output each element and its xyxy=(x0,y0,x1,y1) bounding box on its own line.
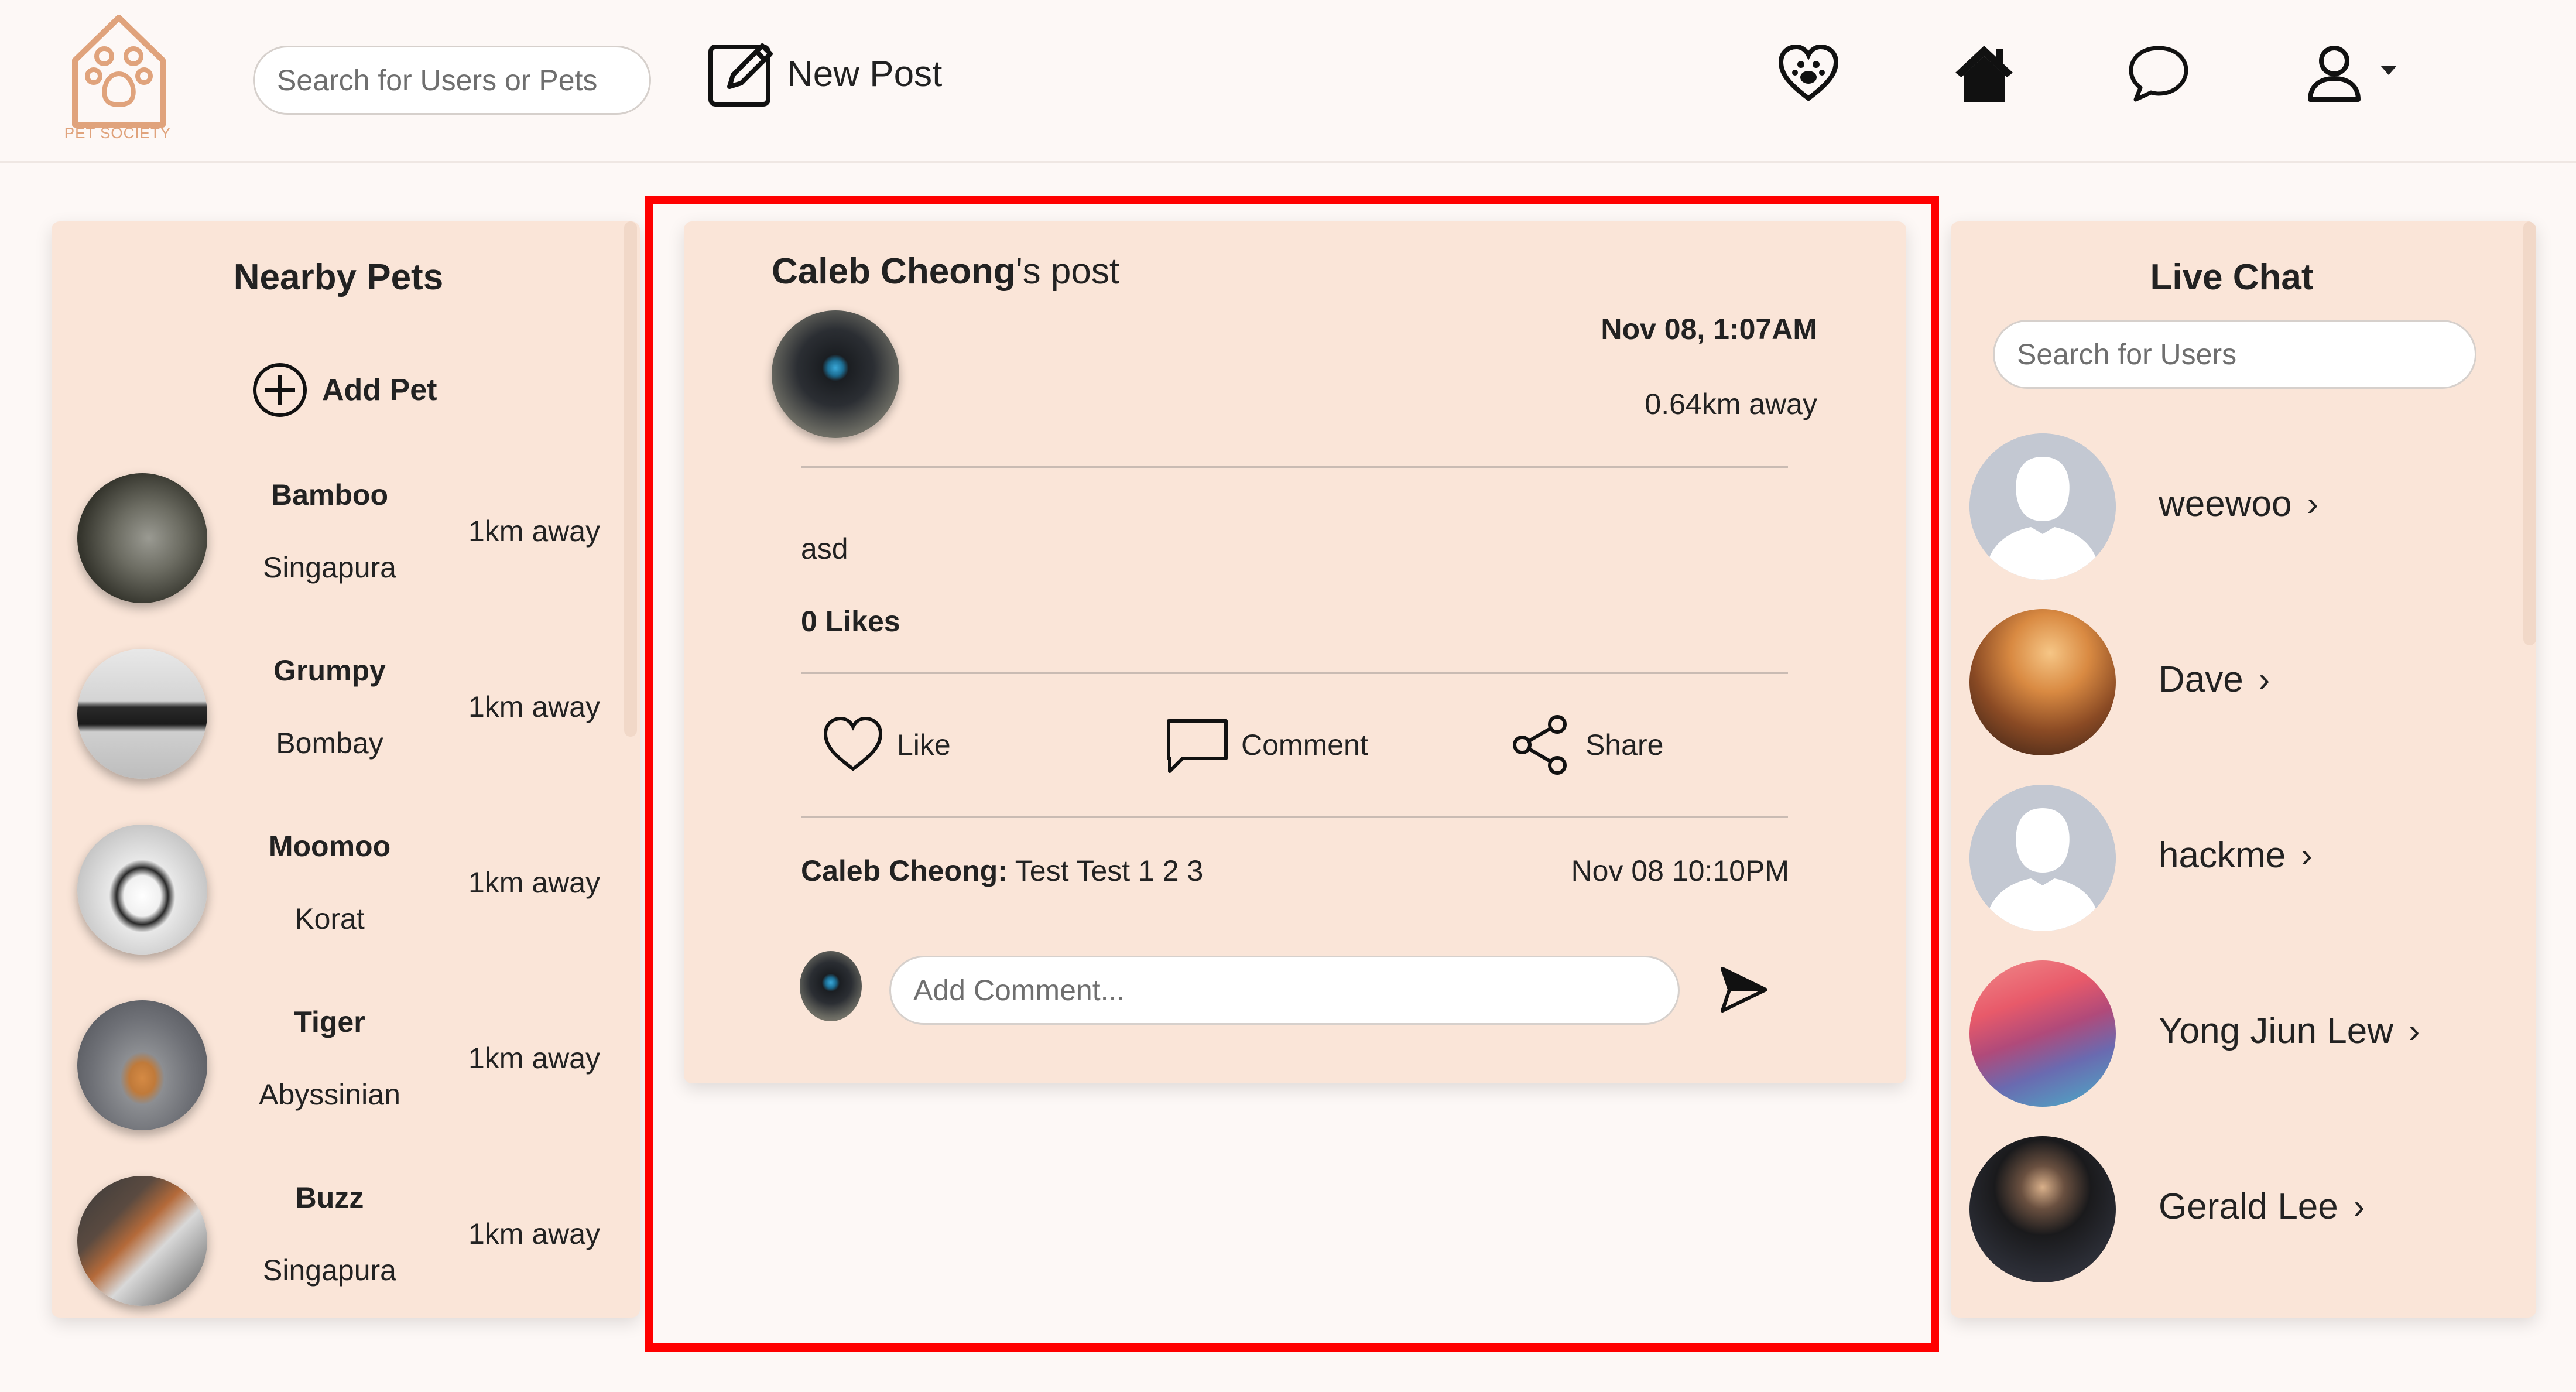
live-chat-title: Live Chat xyxy=(2150,257,2314,297)
chat-user-label: Dave xyxy=(2159,659,2243,700)
pet-list-item[interactable]: Tiger Abyssinian 1km away xyxy=(52,983,625,1158)
comment-button[interactable]: Comment xyxy=(1165,710,1368,780)
post-likes-count: 0 Likes xyxy=(801,605,900,638)
like-label: Like xyxy=(897,729,951,761)
caret-down-icon[interactable] xyxy=(2377,61,2400,78)
chat-user-name: Gerald Lee › xyxy=(2159,1186,2365,1227)
chat-user-label: Gerald Lee xyxy=(2159,1186,2338,1227)
chat-user-item[interactable]: Yong Jiun Lew › xyxy=(1951,960,2536,1136)
post-date: Nov 08, 1:07AM xyxy=(1601,313,1817,346)
pet-avatar xyxy=(77,1000,207,1130)
comment-text: Test Test 1 2 3 xyxy=(1007,854,1204,887)
pet-list-item[interactable]: Buzz Singapura 1km away xyxy=(52,1158,625,1318)
pet-name: Buzz xyxy=(295,1181,364,1214)
chevron-right-icon: › xyxy=(2307,485,2318,523)
heart-icon xyxy=(823,716,883,771)
chat-user-avatar xyxy=(1969,960,2116,1107)
pet-name: Grumpy xyxy=(273,654,386,687)
pet-distance: 1km away xyxy=(468,515,601,548)
pet-distance: 1km away xyxy=(468,866,601,899)
pet-avatar xyxy=(77,1176,207,1306)
pet-breed: Abyssinian xyxy=(259,1078,400,1111)
divider xyxy=(801,672,1788,674)
post-title: Caleb Cheong's post xyxy=(772,251,1119,292)
chat-user-avatar xyxy=(1969,609,2116,755)
pet-list-item[interactable]: Bamboo Singapura 1km away xyxy=(52,456,625,631)
chat-user-name: Dave › xyxy=(2159,659,2270,700)
divider xyxy=(801,816,1788,818)
comment-time: Nov 08 10:10PM xyxy=(1571,854,1789,887)
chat-user-name: Yong Jiun Lew › xyxy=(2159,1010,2420,1052)
chat-user-label: Yong Jiun Lew xyxy=(2159,1011,2394,1051)
chat-user-name: hackme › xyxy=(2159,834,2312,876)
chevron-right-icon: › xyxy=(2258,661,2270,699)
nearby-scrollbar[interactable] xyxy=(624,221,637,737)
pet-avatar xyxy=(77,649,207,779)
comment-item: Caleb Cheong: Test Test 1 2 3 xyxy=(801,854,1203,888)
add-pet-button[interactable]: Add Pet xyxy=(251,361,437,419)
post-card: Caleb Cheong's post Nov 08, 1:07AM 0.64k… xyxy=(684,221,1906,1083)
post-author[interactable]: Caleb Cheong xyxy=(772,251,1016,292)
logo-text: PET SOCIETY xyxy=(64,124,172,142)
pet-distance: 1km away xyxy=(468,690,601,723)
pet-breed: Singapura xyxy=(263,551,396,584)
pet-distance: 1km away xyxy=(468,1042,601,1075)
comment-author[interactable]: Caleb Cheong: xyxy=(801,854,1008,887)
chevron-right-icon: › xyxy=(2353,1188,2365,1226)
divider xyxy=(801,466,1788,468)
paw-heart-icon[interactable] xyxy=(1776,41,1841,105)
nearby-pets-title: Nearby Pets xyxy=(233,257,444,297)
plus-circle-icon xyxy=(253,363,307,417)
pet-name: Tiger xyxy=(294,1005,365,1038)
pet-name: Bamboo xyxy=(271,478,388,511)
chat-user-item[interactable]: Gerald Lee › xyxy=(1951,1136,2536,1312)
pet-list-item[interactable]: Moomoo Korat 1km away xyxy=(52,807,625,983)
chat-user-label: weewoo xyxy=(2159,484,2292,524)
chat-user-avatar xyxy=(1969,1136,2116,1282)
chat-user-name: weewoo › xyxy=(2159,483,2318,525)
pet-breed: Korat xyxy=(294,902,365,935)
new-post-button[interactable]: New Post xyxy=(706,39,942,109)
pet-breed: Singapura xyxy=(263,1254,396,1287)
like-button[interactable]: Like xyxy=(821,710,951,780)
default-avatar-icon xyxy=(1969,785,2116,931)
pet-name: Moomoo xyxy=(268,830,391,863)
share-label: Share xyxy=(1585,729,1664,761)
chat-user-item[interactable]: weewoo › xyxy=(1951,433,2536,609)
live-chat-panel: Live Chat weewoo › Dave › xyxy=(1951,221,2536,1318)
chat-user-item[interactable]: hackme › xyxy=(1951,785,2536,960)
add-pet-label: Add Pet xyxy=(322,373,437,407)
chevron-right-icon: › xyxy=(2409,1012,2420,1050)
global-search-input[interactable] xyxy=(253,46,651,115)
pet-avatar xyxy=(77,473,207,603)
home-icon[interactable] xyxy=(1952,41,2016,105)
user-icon[interactable] xyxy=(2302,41,2366,105)
post-distance: 0.64km away xyxy=(1645,388,1817,420)
send-icon[interactable] xyxy=(1714,960,1773,1019)
share-button[interactable]: Share xyxy=(1509,710,1663,780)
comment-label: Comment xyxy=(1241,729,1368,761)
share-icon xyxy=(1513,715,1567,775)
default-avatar-icon xyxy=(1969,433,2116,580)
comment-icon xyxy=(1167,719,1228,773)
post-title-suffix: 's post xyxy=(1015,251,1120,292)
chat-search-input[interactable] xyxy=(1993,320,2476,389)
top-navbar: PET SOCIETY New Post xyxy=(0,0,2576,163)
current-user-avatar xyxy=(800,951,862,1021)
add-comment-input[interactable] xyxy=(889,956,1680,1025)
pet-avatar xyxy=(77,825,207,955)
chevron-right-icon: › xyxy=(2301,836,2313,874)
new-post-label: New Post xyxy=(787,53,943,94)
chat-bubble-icon[interactable] xyxy=(2126,41,2191,105)
pet-breed: Bombay xyxy=(276,727,383,760)
nearby-pets-panel: Nearby Pets Add Pet Bamboo Singapura 1km… xyxy=(52,221,640,1318)
post-body: asd xyxy=(801,532,848,565)
pet-list-item[interactable]: Grumpy Bombay 1km away xyxy=(52,631,625,807)
pet-distance: 1km away xyxy=(468,1217,601,1250)
chat-user-label: hackme xyxy=(2159,835,2286,875)
edit-icon xyxy=(708,43,773,107)
post-author-avatar[interactable] xyxy=(772,310,899,438)
chat-user-item[interactable]: Dave › xyxy=(1951,609,2536,785)
